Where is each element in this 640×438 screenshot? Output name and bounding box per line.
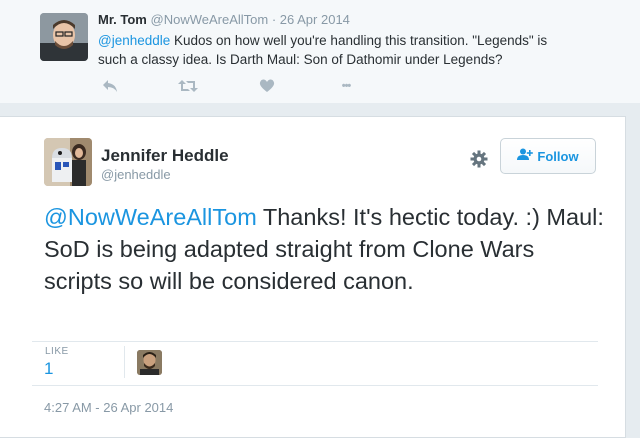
divider <box>32 385 598 386</box>
add-person-icon <box>517 148 534 164</box>
more-icon[interactable]: ••• <box>334 76 358 96</box>
like-label: LIKE <box>45 346 69 357</box>
tweet-timestamp[interactable]: 4:27 AM - 26 Apr 2014 <box>44 400 173 415</box>
divider <box>32 341 598 342</box>
reply-tweet: Mr. Tom @NowWeAreAllTom · 26 Apr 2014 @j… <box>0 0 640 103</box>
mention-link[interactable]: @jenheddle <box>98 33 170 48</box>
author-name[interactable]: Mr. Tom <box>98 12 147 27</box>
reply-tweet-text: @jenheddle Kudos on how well you're hand… <box>98 31 568 69</box>
author-name[interactable]: Jennifer Heddle <box>101 146 229 166</box>
reply-icon[interactable] <box>98 76 122 96</box>
retweet-icon[interactable] <box>176 76 200 96</box>
vertical-divider <box>124 346 125 378</box>
follow-button[interactable]: Follow <box>500 138 596 174</box>
liker-avatar[interactable] <box>137 350 162 375</box>
author-avatar[interactable] <box>44 138 92 186</box>
like-count[interactable]: 1 <box>44 359 53 379</box>
follow-label: Follow <box>537 148 579 164</box>
reply-tweet-header: Mr. Tom @NowWeAreAllTom · 26 Apr 2014 <box>98 12 350 27</box>
author-handle[interactable]: @jenheddle <box>101 167 171 182</box>
main-tweet-text: @NowWeAreAllTom Thanks! It's hectic toda… <box>44 201 604 297</box>
heart-icon[interactable] <box>255 76 279 96</box>
author-handle[interactable]: @NowWeAreAllTom <box>151 12 269 27</box>
gear-icon[interactable] <box>468 148 490 170</box>
dot-separator: · <box>268 12 280 27</box>
main-tweet: Jennifer Heddle @jenheddle Follow @NowWe… <box>0 116 626 438</box>
mention-link[interactable]: @NowWeAreAllTom <box>44 204 257 230</box>
author-avatar[interactable] <box>40 13 88 61</box>
tweet-date[interactable]: 26 Apr 2014 <box>280 12 350 27</box>
